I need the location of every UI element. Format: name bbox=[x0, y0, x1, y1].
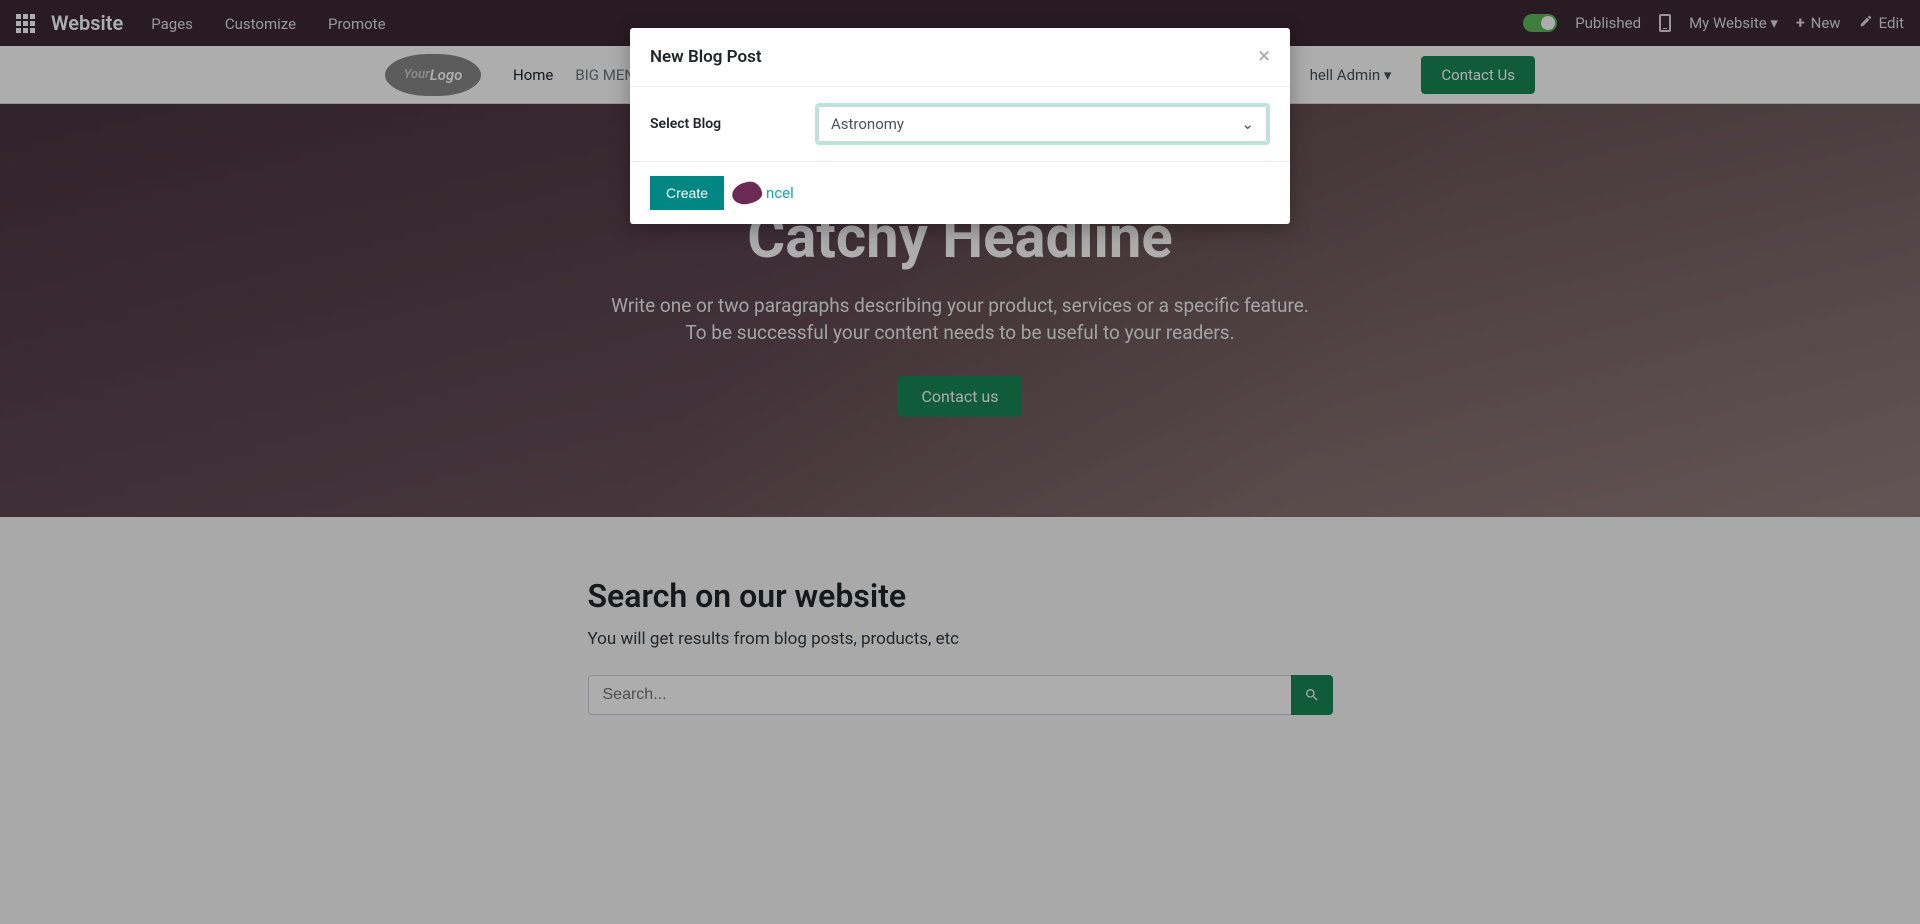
select-blog-label: Select Blog bbox=[650, 116, 815, 132]
new-blog-post-dialog: New Blog Post × Select Blog Astronomy ⌄ … bbox=[630, 28, 1290, 224]
select-blog-value: Astronomy bbox=[831, 115, 904, 133]
dialog-title: New Blog Post bbox=[650, 47, 762, 67]
close-icon[interactable]: × bbox=[1258, 46, 1270, 68]
dialog-header: New Blog Post × bbox=[630, 28, 1290, 87]
create-button[interactable]: Create bbox=[650, 176, 724, 210]
cancel-button[interactable]: ncel bbox=[766, 184, 794, 202]
dialog-body: Select Blog Astronomy ⌄ bbox=[630, 87, 1290, 162]
dialog-footer: Create ncel bbox=[630, 162, 1290, 224]
cursor-indicator-icon bbox=[731, 180, 764, 206]
chevron-down-icon: ⌄ bbox=[1241, 115, 1254, 133]
select-blog-dropdown[interactable]: Astronomy ⌄ bbox=[818, 106, 1267, 142]
cancel-area: ncel bbox=[732, 182, 794, 204]
select-blog-highlight: Astronomy ⌄ bbox=[815, 103, 1270, 145]
